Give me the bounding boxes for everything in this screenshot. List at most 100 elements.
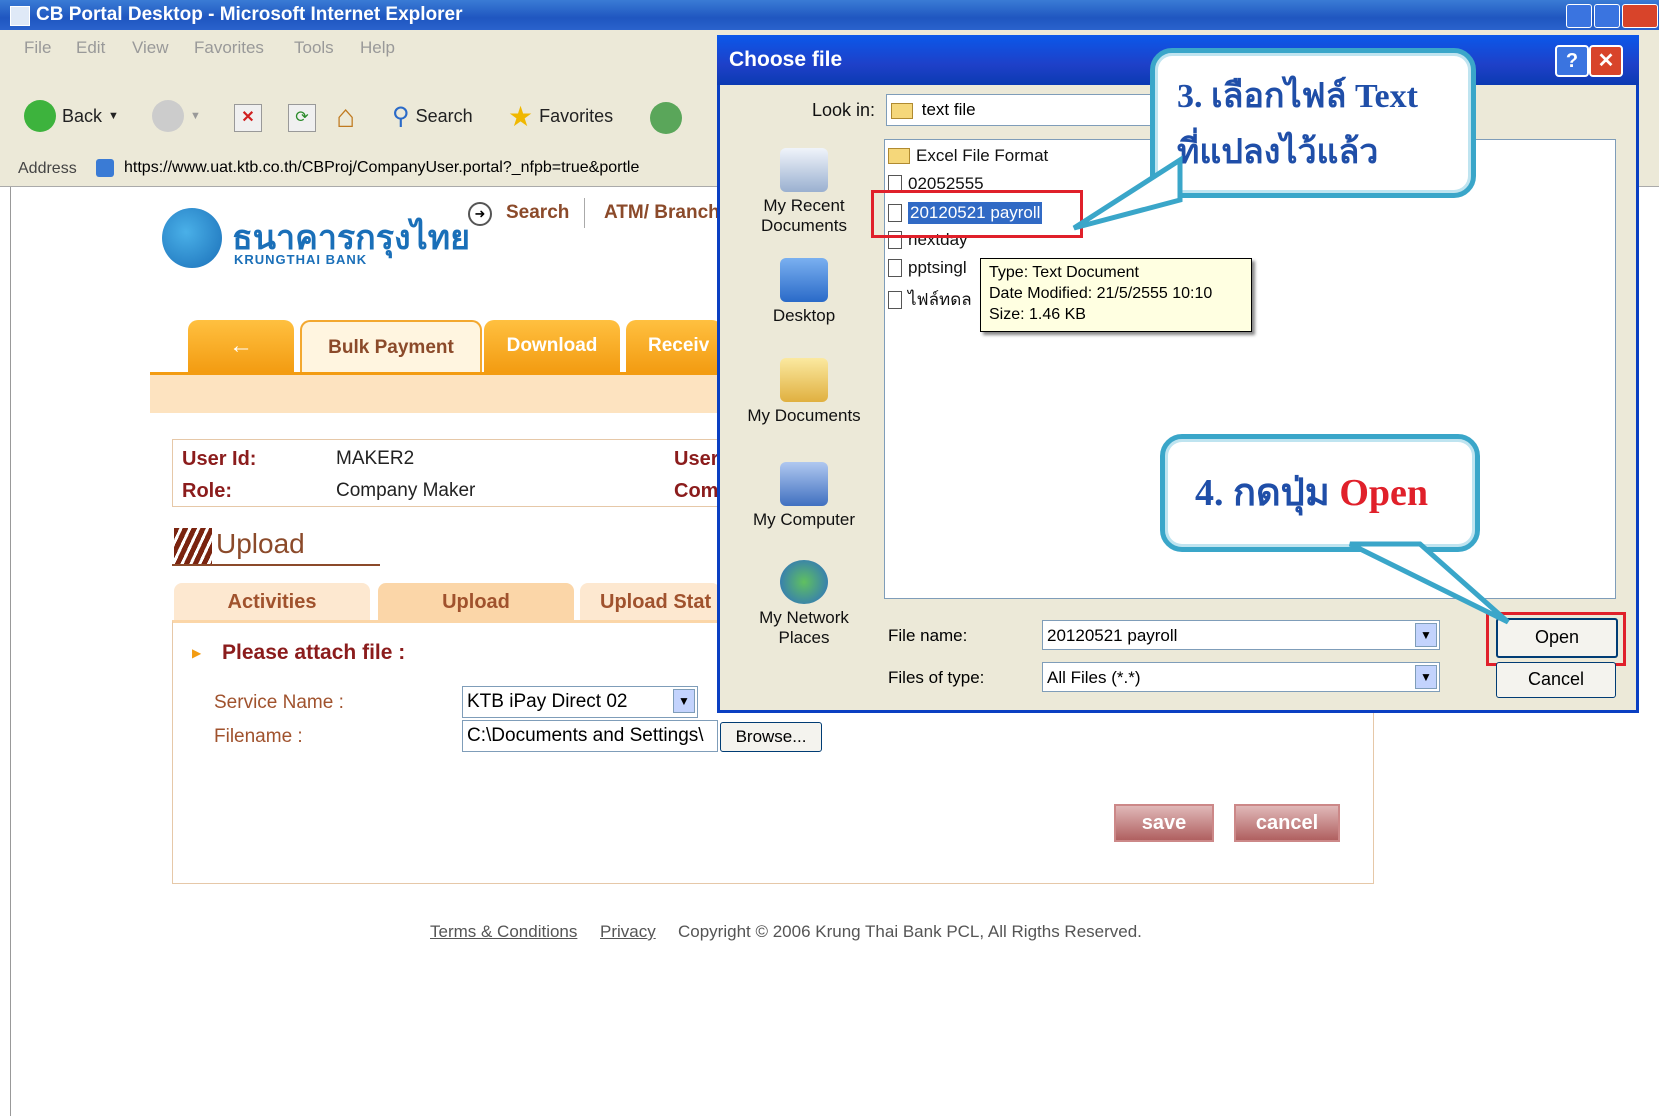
forward-arrow-icon <box>152 100 184 132</box>
file-name-label: File name: <box>888 626 968 645</box>
file-type-select[interactable]: All Files (*.*) ▼ <box>1042 662 1440 692</box>
file-name: Excel File Format <box>916 146 1049 165</box>
star-icon: ★ <box>508 101 534 132</box>
bank-name-english: KRUNGTHAI BANK <box>234 252 368 267</box>
menu-file[interactable]: File <box>24 38 51 58</box>
privacy-link[interactable]: Privacy <box>600 922 656 942</box>
folder-icon <box>888 148 910 164</box>
tab-upload[interactable]: Upload <box>378 583 574 621</box>
user-right-label: User <box>674 448 719 470</box>
file-name: ไฟล์ทดล <box>908 290 972 309</box>
service-name-value: KTB iPay Direct 02 <box>467 691 628 712</box>
place-my-computer[interactable]: My Computer <box>744 462 864 530</box>
tab-back[interactable]: ← <box>188 320 294 372</box>
chevron-down-icon[interactable]: ▼ <box>1415 665 1437 689</box>
refresh-icon[interactable]: ⟳ <box>288 104 316 132</box>
place-label: My Documents <box>747 406 861 425</box>
home-icon[interactable]: ⌂ <box>336 100 355 132</box>
place-network-places[interactable]: My Network Places <box>744 560 864 648</box>
company-right-label: Com <box>674 480 719 502</box>
topnav-atm-link[interactable]: ATM/ Branch <box>604 202 720 224</box>
step4-open-word: Open <box>1339 472 1429 514</box>
chevron-down-icon: ▼ <box>190 110 201 122</box>
place-desktop[interactable]: Desktop <box>744 258 864 326</box>
text-file-icon <box>888 259 902 277</box>
attach-file-label: Please attach file : <box>222 641 406 664</box>
tab-receive[interactable]: Receiv <box>626 320 722 372</box>
subnav-strip <box>150 375 720 413</box>
menu-view[interactable]: View <box>132 38 169 58</box>
menu-edit[interactable]: Edit <box>76 38 105 58</box>
tab-activities[interactable]: Activities <box>174 583 370 621</box>
step3-line1: 3. เลือกไฟล์ Text <box>1177 78 1418 115</box>
file-name-value: 20120521 payroll <box>1047 626 1178 645</box>
terms-link[interactable]: Terms & Conditions <box>430 922 577 942</box>
my-documents-icon <box>780 358 828 402</box>
place-label: Desktop <box>772 306 836 325</box>
help-button[interactable]: ? <box>1555 45 1589 77</box>
step3-callout: 3. เลือกไฟล์ Text ที่แปลงไว้แล้ว <box>1150 48 1476 198</box>
file-type-label: Files of type: <box>888 668 985 687</box>
address-label: Address <box>18 160 77 177</box>
text-file-icon <box>888 290 902 309</box>
tooltip-size: Size: 1.46 KB <box>989 306 1086 323</box>
arrow-circle-icon: ➜ <box>468 202 492 226</box>
back-label: Back <box>62 105 103 126</box>
search-icon: ⚲ <box>392 103 410 130</box>
search-button[interactable]: ⚲ Search <box>392 102 473 131</box>
step3-callout-pointer <box>1072 155 1183 231</box>
restore-button[interactable] <box>1594 4 1620 28</box>
place-label: My Computer <box>752 510 856 529</box>
close-dialog-button[interactable]: ✕ <box>1589 45 1623 77</box>
service-name-select[interactable]: KTB iPay Direct 02 ▼ <box>462 686 698 718</box>
place-label: My Recent Documents <box>761 196 847 235</box>
forward-button[interactable]: ▼ <box>152 100 201 132</box>
topnav-search-link[interactable]: Search <box>506 202 569 224</box>
browse-button[interactable]: Browse... <box>720 722 822 752</box>
heading-underline <box>172 564 380 566</box>
minimize-button[interactable] <box>1566 4 1592 28</box>
bullet-arrow-icon: ▶ <box>192 646 202 660</box>
bank-logo-icon <box>162 208 222 268</box>
save-button[interactable]: save <box>1114 804 1214 842</box>
step3-line2: ที่แปลงไว้แล้ว <box>1177 134 1379 171</box>
menu-tools[interactable]: Tools <box>294 38 334 58</box>
file-type-value: All Files (*.*) <box>1047 668 1141 687</box>
menu-favorites[interactable]: Favorites <box>194 38 264 58</box>
tab-upload-status[interactable]: Upload Stat <box>580 583 720 621</box>
stop-icon[interactable]: ✕ <box>234 104 262 132</box>
history-icon[interactable] <box>650 102 682 134</box>
look-in-select[interactable]: text file <box>886 94 1186 126</box>
role-label: Role: <box>182 480 232 502</box>
selected-file-highlight <box>871 190 1083 238</box>
place-recent-documents[interactable]: My Recent Documents <box>744 148 864 236</box>
topnav-divider <box>584 198 585 228</box>
menu-help[interactable]: Help <box>360 38 395 58</box>
service-name-label: Service Name : <box>214 692 344 713</box>
place-label: My Network Places <box>759 608 849 647</box>
tab-bulk-payment[interactable]: Bulk Payment <box>300 320 482 374</box>
desktop-icon <box>780 258 828 302</box>
file-item-folder[interactable]: Excel File Format <box>888 146 1048 166</box>
file-tooltip: Type: Text Document Date Modified: 21/5/… <box>980 258 1252 332</box>
close-window-button[interactable] <box>1622 4 1658 28</box>
address-input[interactable]: https://www.uat.ktb.co.th/CBProj/Company… <box>124 159 714 177</box>
step4-callout-pointer <box>1348 541 1510 625</box>
step4-callout: 4. กดปุ่ม Open <box>1160 434 1480 552</box>
look-in-value: text file <box>921 100 976 119</box>
dialog-title: Choose file <box>729 48 843 71</box>
file-item[interactable]: ไฟล์ทดล <box>888 286 972 313</box>
file-item[interactable]: pptsingl <box>888 258 967 278</box>
dialog-cancel-button[interactable]: Cancel <box>1496 662 1616 698</box>
window-title: CB Portal Desktop - Microsoft Internet E… <box>36 4 463 25</box>
chevron-down-icon[interactable]: ▼ <box>673 689 695 713</box>
copyright-text: Copyright © 2006 Krung Thai Bank PCL, Al… <box>678 922 1142 941</box>
tab-download[interactable]: Download <box>484 320 620 372</box>
place-my-documents[interactable]: My Documents <box>744 358 864 426</box>
cancel-button[interactable]: cancel <box>1234 804 1340 842</box>
filename-input[interactable]: C:\Documents and Settings\ <box>462 720 718 752</box>
back-button[interactable]: Back ▼ <box>24 100 119 132</box>
recent-documents-icon <box>780 148 828 192</box>
favorites-button[interactable]: ★ Favorites <box>508 100 613 133</box>
folder-icon <box>891 102 913 119</box>
